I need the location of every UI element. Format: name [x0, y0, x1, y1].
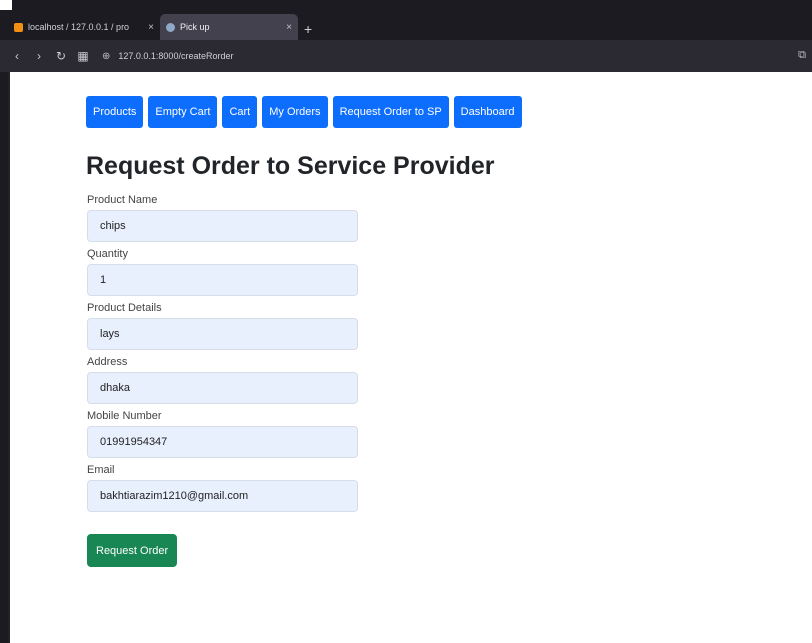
address-input[interactable]: dhaka: [87, 372, 358, 404]
new-tab-icon[interactable]: +: [304, 22, 312, 36]
tab-bar: localhost / 127.0.0.1 / pro × Pick up × …: [0, 10, 812, 40]
browser-window: localhost / 127.0.0.1 / pro × Pick up × …: [0, 0, 812, 643]
address-label: Address: [87, 356, 128, 368]
forward-icon[interactable]: ›: [28, 49, 50, 63]
reload-icon[interactable]: ↻: [50, 49, 72, 63]
request-order-sp-button[interactable]: Request Order to SP: [332, 96, 449, 128]
tab-pickup[interactable]: Pick up ×: [160, 14, 298, 40]
request-order-button[interactable]: Request Order: [87, 534, 178, 567]
tab-title: localhost / 127.0.0.1 / pro: [28, 22, 130, 32]
page-title: Request Order to Service Provider: [86, 152, 495, 180]
empty-cart-button[interactable]: Empty Cart: [148, 96, 218, 128]
browser-toolbar: ‹ › ↻ ▦ ⊕ 127.0.0.1:8000/createRorder ⧉: [0, 40, 812, 72]
top-strip: [0, 0, 812, 10]
dashboard-button[interactable]: Dashboard: [453, 96, 522, 128]
quantity-input[interactable]: 1: [87, 264, 358, 296]
cart-button[interactable]: Cart: [222, 96, 258, 128]
site-info-icon[interactable]: ⊕: [102, 51, 110, 62]
tab-phpmyadmin[interactable]: localhost / 127.0.0.1 / pro ×: [8, 14, 160, 40]
tab-title: Pick up: [180, 22, 210, 32]
my-orders-button[interactable]: My Orders: [262, 96, 328, 128]
url-text: 127.0.0.1:8000/createRorder: [118, 51, 234, 61]
quantity-label: Quantity: [87, 248, 128, 260]
email-input[interactable]: bakhtiarazim1210@gmail.com: [87, 480, 358, 512]
mobile-number-input[interactable]: 01991954347: [87, 426, 358, 458]
url-bar[interactable]: ⊕ 127.0.0.1:8000/createRorder: [102, 45, 402, 67]
nav-menu: Products Empty Cart Cart My Orders Reque…: [86, 96, 522, 128]
globe-icon: [166, 22, 175, 32]
close-icon[interactable]: ×: [148, 22, 154, 33]
product-details-input[interactable]: lays: [87, 318, 358, 350]
back-icon[interactable]: ‹: [6, 49, 28, 63]
product-name-input[interactable]: chips: [87, 210, 358, 242]
products-button[interactable]: Products: [86, 96, 144, 128]
grid-icon[interactable]: ▦: [72, 49, 94, 63]
top-left-corner: [0, 0, 12, 10]
mobile-number-label: Mobile Number: [87, 410, 162, 422]
product-details-label: Product Details: [87, 302, 162, 314]
extension-icon[interactable]: ⧉: [798, 49, 806, 62]
page-viewport: Products Empty Cart Cart My Orders Reque…: [8, 72, 812, 643]
phpmyadmin-icon: [14, 22, 23, 32]
product-name-label: Product Name: [87, 194, 158, 206]
email-label: Email: [87, 464, 115, 476]
close-icon[interactable]: ×: [286, 22, 292, 33]
